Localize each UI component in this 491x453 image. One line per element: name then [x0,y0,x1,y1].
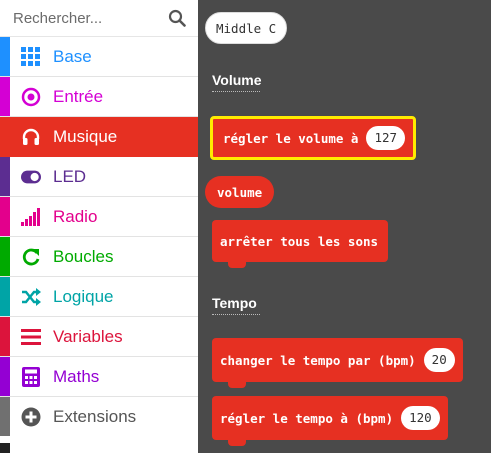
category-extensions[interactable]: Extensions [0,397,198,437]
category-label: Extensions [53,407,137,426]
category-label: Base [53,47,92,66]
note-block[interactable]: Middle C [205,12,288,44]
category-maths[interactable]: Maths [0,357,198,397]
category-stripe [0,357,10,396]
tempo-value-input[interactable]: 120 [401,406,440,430]
set-tempo-block[interactable]: régler le tempo à (bpm) 120 [212,396,448,446]
category-led[interactable]: LED [0,157,198,197]
block-notch [228,382,246,388]
section-title: Volume [212,72,262,88]
category-stripe [0,157,10,196]
shuffle-icon [21,287,41,307]
category-entree[interactable]: Entrée [0,77,198,117]
footer-marker [0,443,10,453]
refresh-icon [21,247,41,267]
category-label: Entrée [53,87,104,106]
radio-button-icon [21,87,41,107]
section-title: Tempo [212,295,257,311]
category-label: Radio [53,207,98,226]
category-label: LED [53,167,87,186]
volume-value-input[interactable]: 127 [366,126,406,150]
block-notch [228,262,246,268]
block-label: régler le tempo à (bpm) [220,410,394,426]
category-list: Base Entrée Musique LED Radio Boucles Lo… [0,37,198,437]
category-stripe [0,117,10,156]
category-stripe [0,37,10,76]
volume-reporter-block[interactable]: volume [205,176,275,208]
headphones-icon [21,127,41,147]
toggle-icon [21,167,41,187]
section-underline [212,91,260,92]
block-notch [228,440,246,446]
tempo-change-input[interactable]: 20 [423,348,455,372]
plus-circle-icon [21,407,41,427]
category-stripe [0,77,10,116]
category-base[interactable]: Base [0,37,198,77]
category-boucles[interactable]: Boucles [0,237,198,277]
block-flyout: Middle C Volume régler le volume à 127 v… [198,0,491,453]
calculator-icon [21,367,41,387]
category-label: Musique [53,127,118,146]
category-variables[interactable]: Variables [0,317,198,357]
category-logique[interactable]: Logique [0,277,198,317]
list-icon [21,327,41,347]
category-label: Logique [53,287,114,306]
category-stripe [0,197,10,236]
category-radio[interactable]: Radio [0,197,198,237]
section-heading-tempo: Tempo [212,295,260,315]
block-label: régler le volume à [223,130,359,146]
category-label: Maths [53,367,100,386]
category-label: Boucles [53,247,114,266]
change-tempo-block[interactable]: changer le tempo par (bpm) 20 [212,338,463,388]
block-label: changer le tempo par (bpm) [220,352,416,368]
set-volume-block[interactable]: régler le volume à 127 [210,116,417,160]
section-underline [212,314,260,315]
category-stripe [0,317,10,356]
grid-icon [21,47,41,67]
block-label: arrêter tous les sons [220,233,379,249]
toolbox-sidebar: Base Entrée Musique LED [0,0,198,453]
search-icon[interactable] [168,9,186,27]
search-box [0,0,198,37]
section-heading-volume: Volume [212,72,262,92]
search-input[interactable] [0,0,183,36]
sidebar-footer [0,436,198,453]
category-musique[interactable]: Musique [0,117,198,157]
category-stripe [0,277,10,316]
category-stripe [0,237,10,276]
category-label: Variables [53,327,123,346]
signal-bars-icon [21,207,41,227]
block-label: volume [217,184,263,200]
stop-all-sounds-block[interactable]: arrêter tous les sons [212,220,389,268]
category-stripe [0,397,10,436]
